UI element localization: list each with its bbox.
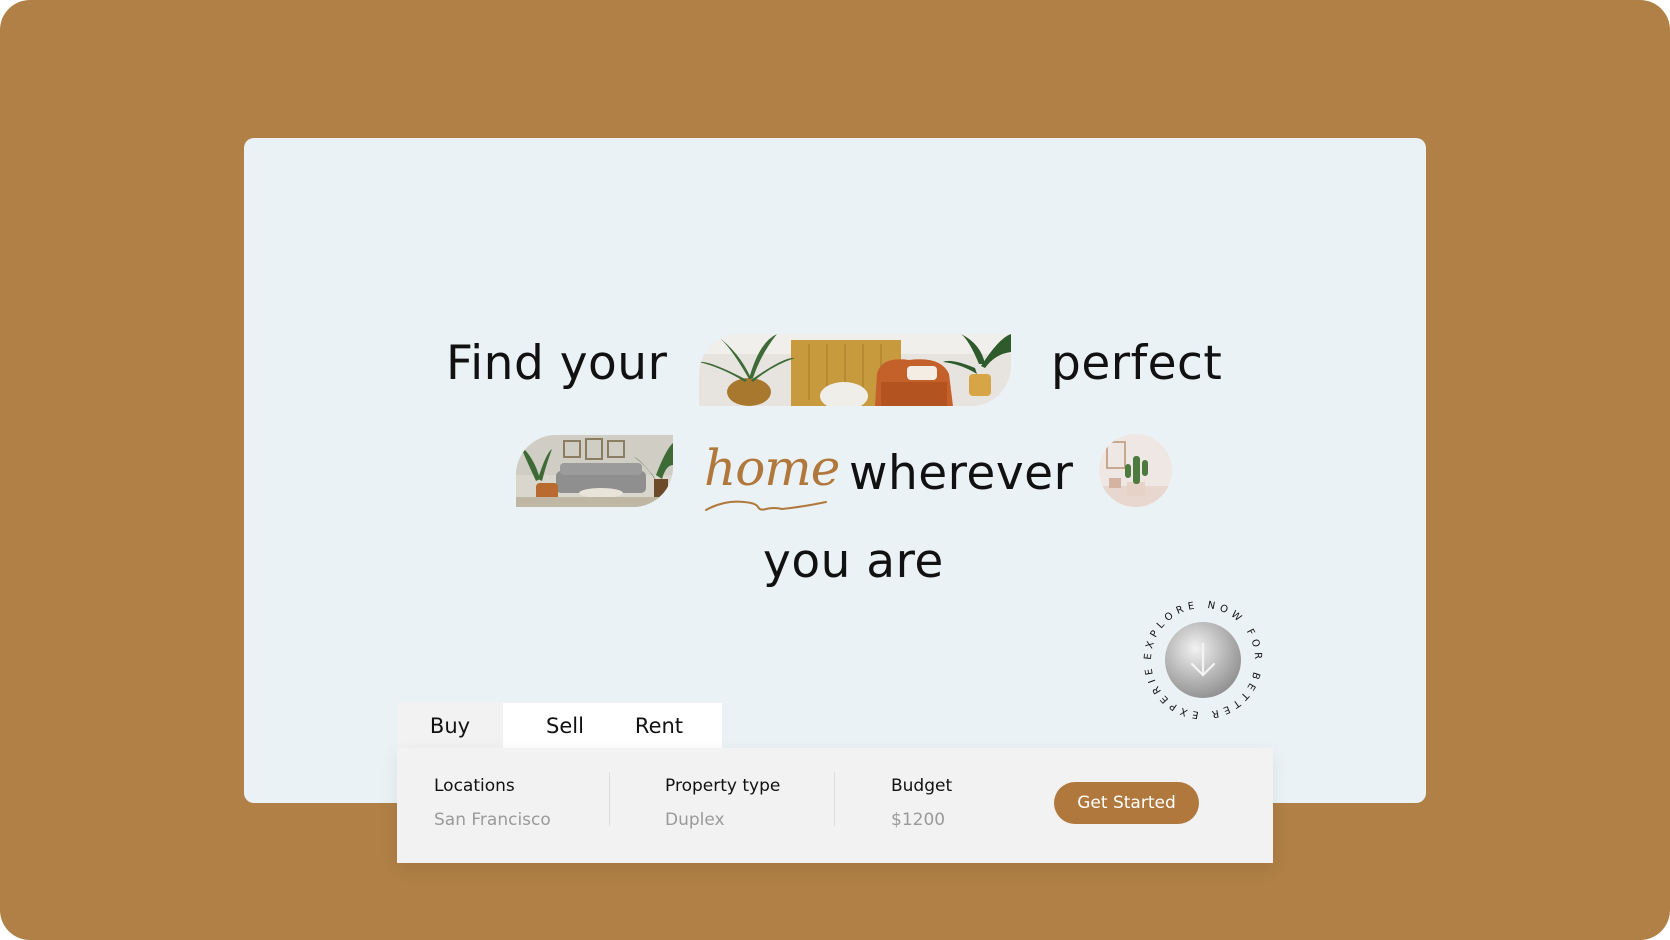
headline-find-your: Find your xyxy=(446,336,668,391)
location-label: Locations xyxy=(434,776,515,796)
tab-sell[interactable]: Sell xyxy=(546,703,584,750)
tab-rent[interactable]: Rent xyxy=(635,703,683,750)
budget-value[interactable]: $1200 xyxy=(891,810,952,830)
field-divider xyxy=(834,772,835,826)
property-search-panel: Locations San Francisco Property type Du… xyxy=(397,748,1273,863)
tab-buy[interactable]: Buy xyxy=(397,703,503,750)
location-value[interactable]: San Francisco xyxy=(434,810,551,830)
headline-you-are: you are xyxy=(763,534,944,589)
field-divider xyxy=(609,772,610,826)
home-underline-squiggle xyxy=(705,500,827,511)
listing-mode-tabs: Buy Sell Rent xyxy=(397,703,722,750)
property-type-field[interactable]: Property type Duplex xyxy=(665,776,780,830)
property-type-value[interactable]: Duplex xyxy=(665,810,780,830)
cactus-decor-image xyxy=(1099,434,1172,507)
budget-field[interactable]: Budget $1200 xyxy=(891,776,952,830)
budget-label: Budget xyxy=(891,776,953,796)
headline-wherever: wherever xyxy=(849,446,1074,501)
page-background: Find your perfect home wherever you are … xyxy=(0,0,1670,940)
living-room-grey-sofa-image xyxy=(516,435,673,507)
get-started-button[interactable]: Get Started xyxy=(1054,782,1199,824)
explore-now-badge[interactable]: EXPLORE NOW FOR BETTER EXPERIENCE xyxy=(1134,589,1266,723)
living-room-orange-armchair-image xyxy=(699,334,1011,406)
headline-home-accent: home xyxy=(704,439,840,497)
location-field[interactable]: Locations San Francisco xyxy=(434,776,551,830)
headline-perfect: perfect xyxy=(1051,336,1223,391)
property-type-label: Property type xyxy=(665,776,781,796)
